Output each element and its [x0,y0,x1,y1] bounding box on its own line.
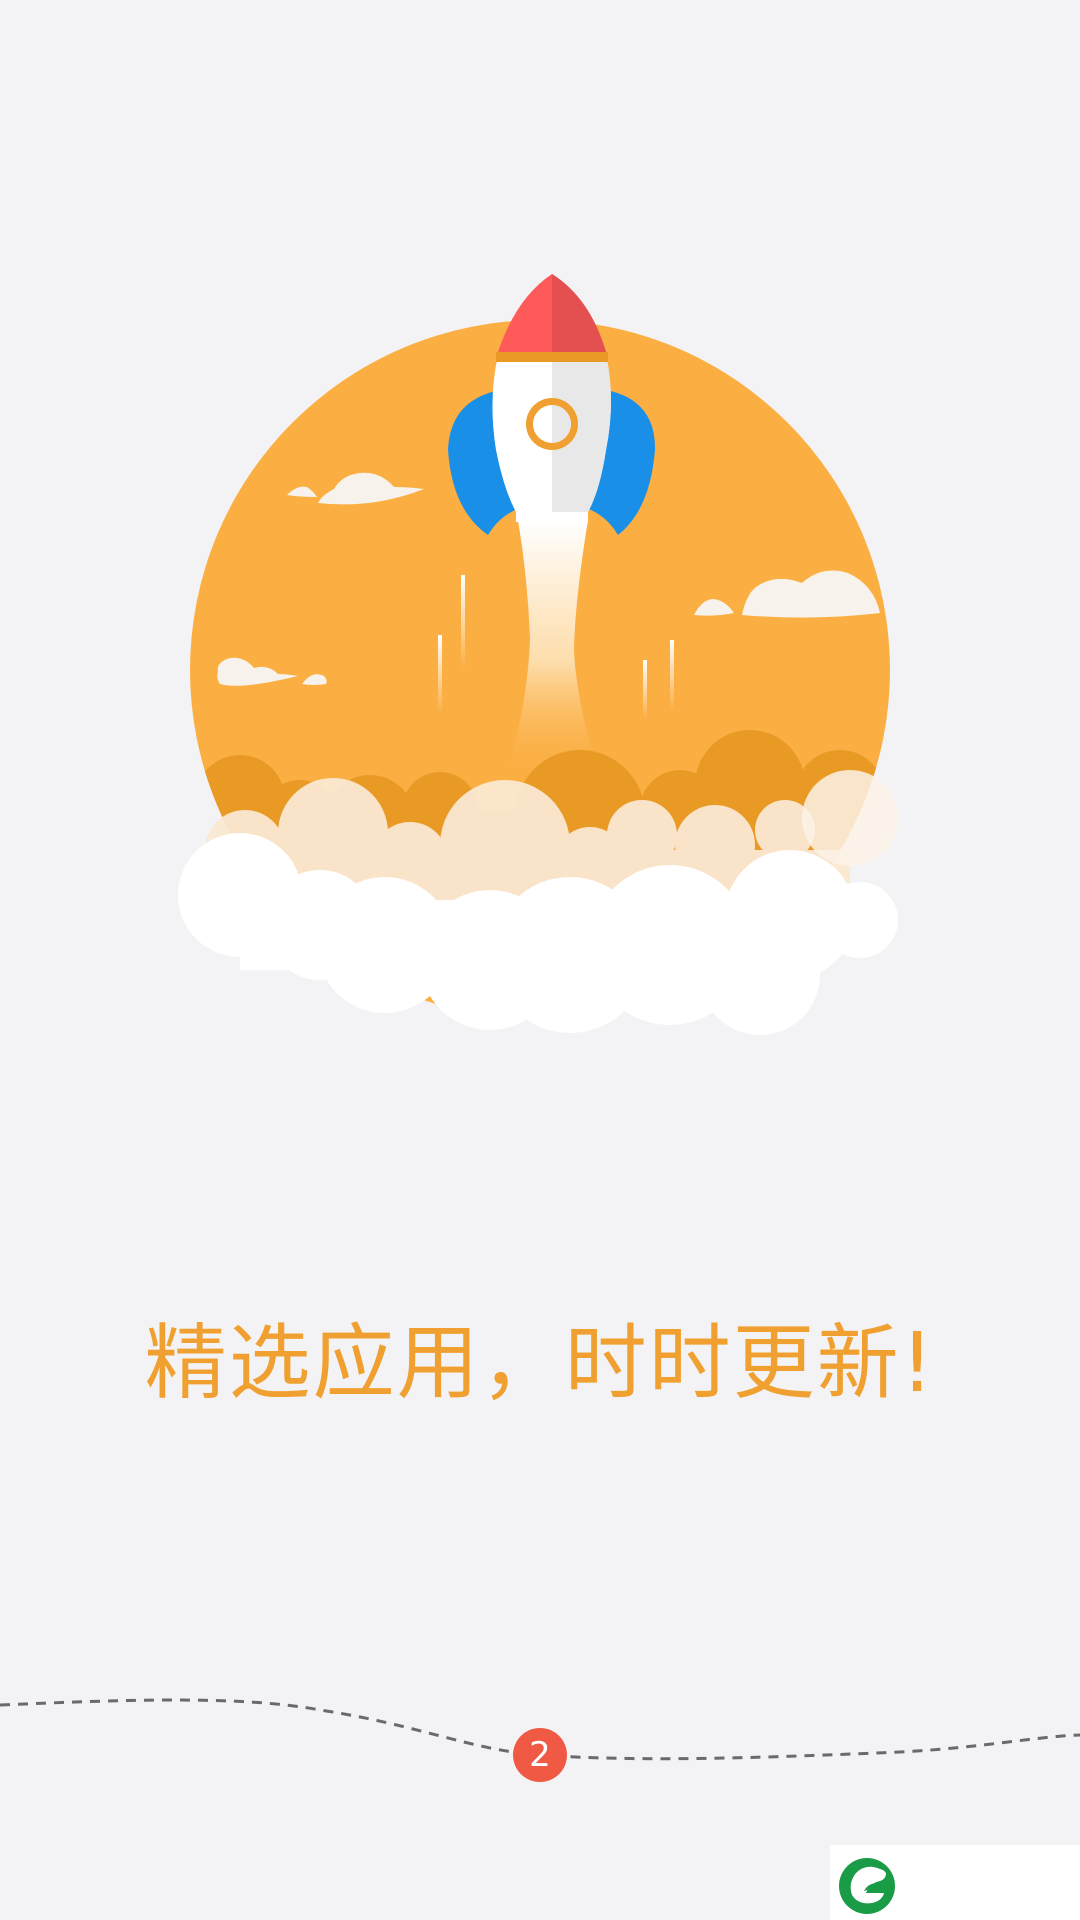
onboarding-screen: 精选应用，时时更新! 2 [0,0,1080,1920]
leaf-logo-icon [839,1858,895,1914]
rocket-launch-illustration [178,274,898,1035]
onboarding-tagline: 精选应用，时时更新! [144,1316,936,1411]
page-indicator[interactable]: 2 [513,1728,567,1782]
rocket [448,274,656,535]
brand-badge [830,1845,1080,1920]
